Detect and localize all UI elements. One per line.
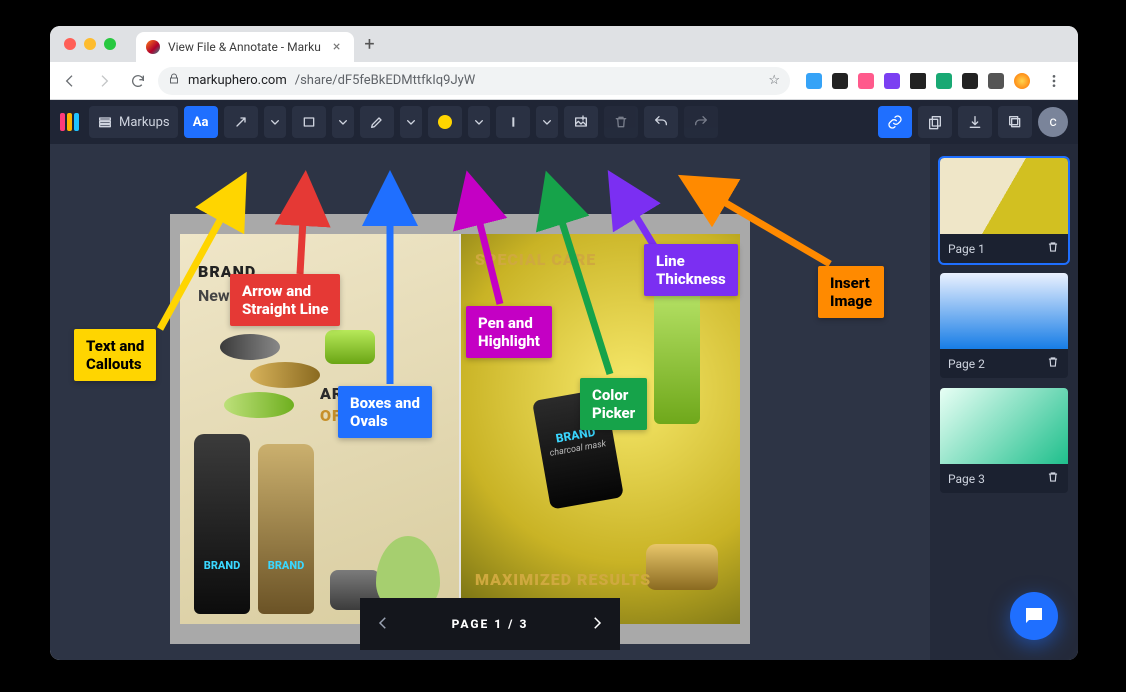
download-button[interactable] — [958, 106, 992, 138]
page-thumbnail[interactable]: Page 3 — [940, 388, 1068, 493]
arrow-tool-button[interactable] — [224, 106, 258, 138]
extension-icon[interactable] — [936, 73, 952, 89]
duplicate-button[interactable] — [998, 106, 1032, 138]
forward-button[interactable] — [90, 67, 118, 95]
page-indicator-label: PAGE 1 / 3 — [452, 617, 529, 631]
app: Markups Aa — [50, 100, 1078, 660]
url-field[interactable]: markuphero.com/share/dF5feBkEDMttfkIq9Jy… — [158, 67, 790, 95]
delete-page-icon[interactable] — [1046, 240, 1060, 257]
line-thickness-dropdown[interactable] — [536, 106, 558, 138]
text-tool-button[interactable]: Aa — [184, 106, 218, 138]
page-thumbnail[interactable]: Page 1 — [940, 158, 1068, 263]
copy-button[interactable] — [918, 106, 952, 138]
shape-tool-dropdown[interactable] — [332, 106, 354, 138]
window-titlebar: View File & Annotate - Marku × + — [50, 26, 1078, 62]
smear-graphic — [250, 362, 320, 388]
color-picker-dropdown[interactable] — [468, 106, 490, 138]
jar-graphic — [646, 544, 718, 590]
color-swatch-icon — [438, 115, 452, 129]
extension-icon[interactable] — [988, 73, 1004, 89]
reload-button[interactable] — [124, 67, 152, 95]
bookmark-icon[interactable]: ☆ — [768, 73, 780, 88]
page-navigator: PAGE 1 / 3 — [360, 598, 620, 650]
maximized-results-label: MAXIMIZED RESULTS — [475, 572, 651, 588]
close-window-icon[interactable] — [64, 38, 76, 50]
close-tab-icon[interactable]: × — [329, 39, 344, 55]
next-page-button[interactable] — [588, 614, 606, 635]
favicon-icon — [146, 40, 160, 54]
minimize-window-icon[interactable] — [84, 38, 96, 50]
extension-icon[interactable] — [806, 73, 822, 89]
prev-page-button[interactable] — [374, 614, 392, 635]
page-thumbnail[interactable]: Page 2 — [940, 273, 1068, 378]
thumbnail-image — [940, 388, 1068, 464]
browser-window: View File & Annotate - Marku × + markuph… — [50, 26, 1078, 660]
app-logo-icon[interactable] — [60, 113, 79, 131]
traffic-lights — [50, 38, 116, 50]
tab-title: View File & Annotate - Marku — [168, 40, 321, 54]
page-label: Page 2 — [948, 357, 985, 371]
pages-sidebar: Page 1 Page 2 Page 3 — [930, 144, 1078, 660]
extensions — [796, 67, 1068, 95]
callout-line: Line Thickness — [644, 244, 738, 296]
delete-page-icon[interactable] — [1046, 470, 1060, 487]
page-label: Page 3 — [948, 472, 985, 486]
kebab-menu-icon[interactable] — [1040, 67, 1068, 95]
pen-tool-button[interactable] — [360, 106, 394, 138]
smear-graphic — [224, 392, 294, 418]
undo-button[interactable] — [644, 106, 678, 138]
tube-graphic — [654, 274, 700, 424]
smear-graphic — [220, 334, 280, 360]
insert-image-button[interactable] — [564, 106, 598, 138]
left-subtitle: New — [198, 286, 230, 305]
color-picker-button[interactable] — [428, 106, 462, 138]
delete-page-icon[interactable] — [1046, 355, 1060, 372]
pen-tool-dropdown[interactable] — [400, 106, 422, 138]
page-label: Page 1 — [948, 242, 985, 256]
address-bar: markuphero.com/share/dF5feBkEDMttfkIq9Jy… — [50, 62, 1078, 100]
extension-icon[interactable] — [962, 73, 978, 89]
callout-color: Color Picker — [580, 378, 647, 430]
callout-box: Boxes and Ovals — [338, 386, 432, 438]
delete-button[interactable] — [604, 106, 638, 138]
arrow-tool-dropdown[interactable] — [264, 106, 286, 138]
callout-arrow: Arrow and Straight Line — [230, 274, 340, 326]
thumbnail-image — [940, 273, 1068, 349]
work-area: BRAND New ART OF SKIN BRAND BRAND — [50, 144, 1078, 660]
url-domain: markuphero.com — [188, 73, 287, 88]
markups-button[interactable]: Markups — [89, 106, 178, 138]
extension-icon[interactable] — [832, 73, 848, 89]
share-link-button[interactable] — [878, 106, 912, 138]
url-path: /share/dF5feBkEDMttfkIq9JyW — [295, 73, 476, 88]
extension-icon[interactable] — [884, 73, 900, 89]
tube-graphic: BRAND — [194, 434, 250, 614]
canvas-area[interactable]: BRAND New ART OF SKIN BRAND BRAND — [50, 144, 930, 660]
maximize-window-icon[interactable] — [104, 38, 116, 50]
tube-graphic: BRAND — [258, 444, 314, 614]
extension-icon[interactable] — [858, 73, 874, 89]
shape-tool-button[interactable] — [292, 106, 326, 138]
app-toolbar: Markups Aa — [50, 100, 1078, 144]
extension-icon[interactable] — [910, 73, 926, 89]
markups-label: Markups — [119, 115, 170, 130]
back-button[interactable] — [56, 67, 84, 95]
thumbnail-image — [940, 158, 1068, 234]
browser-tab[interactable]: View File & Annotate - Marku × — [136, 32, 354, 62]
profile-avatar-icon[interactable] — [1014, 73, 1030, 89]
special-care-title: SPECIAL CARE — [475, 250, 596, 269]
jar-graphic — [325, 330, 375, 364]
line-thickness-button[interactable] — [496, 106, 530, 138]
user-avatar[interactable]: c — [1038, 107, 1068, 137]
callout-image: Insert Image — [818, 266, 884, 318]
chat-fab[interactable] — [1010, 592, 1058, 640]
callout-text: Text and Callouts — [74, 329, 156, 381]
new-tab-button[interactable]: + — [364, 34, 374, 55]
lock-icon — [168, 73, 180, 89]
callout-pen: Pen and Highlight — [466, 306, 552, 358]
redo-button[interactable] — [684, 106, 718, 138]
